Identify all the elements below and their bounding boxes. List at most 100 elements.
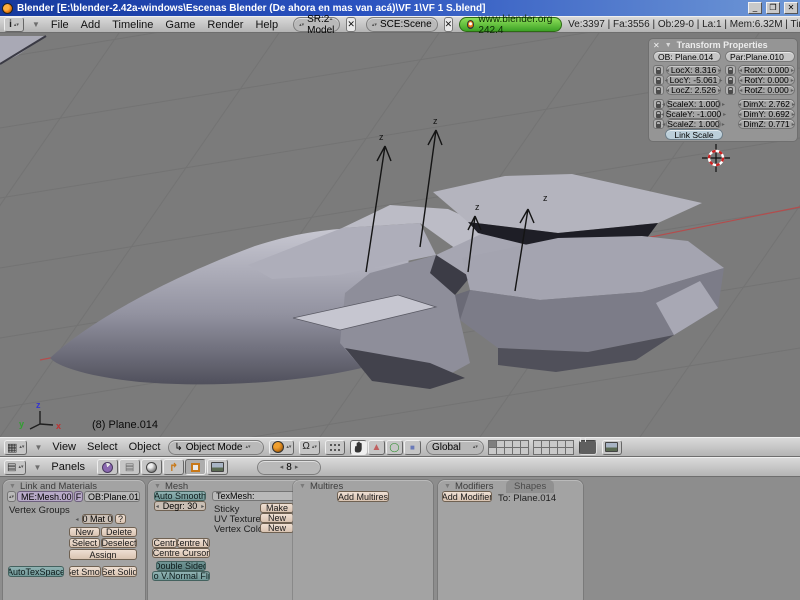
menu-file[interactable]: File [48, 19, 72, 31]
render-preview-button[interactable] [602, 440, 622, 455]
rotate-manipulator-button[interactable]: ◯ [386, 440, 403, 455]
lock-locz-button[interactable] [653, 85, 664, 95]
sticky-make-button[interactable]: Make [260, 503, 294, 513]
maximize-button[interactable]: ❐ [766, 2, 780, 14]
script-context-button[interactable]: ▤ [119, 459, 140, 475]
header-collapse-icon[interactable]: ▼ [31, 463, 43, 472]
object-name-field[interactable]: OB:Plane.014 [84, 491, 140, 502]
dimx-field[interactable]: ◂DimX: 2.762▸ [738, 99, 795, 109]
scene-context-button[interactable] [207, 459, 228, 475]
logic-context-button[interactable] [97, 459, 118, 475]
menu-timeline[interactable]: Timeline [109, 19, 156, 31]
parent-name-field[interactable]: Par:Plane.010 [725, 51, 795, 62]
set-solid-button[interactable]: Set Solid [102, 566, 137, 577]
add-modifier-button[interactable]: Add Modifier [442, 491, 492, 502]
menu-help[interactable]: Help [252, 19, 281, 31]
scalez-field[interactable]: ◂ScaleZ: 1.000▸ [666, 119, 721, 129]
locz-field[interactable]: ◂LocZ: 2.526▸ [666, 85, 721, 95]
ob-name-field[interactable]: OB: Plane.014 [653, 51, 721, 62]
mode-dropdown[interactable]: ↳Object Mode▴▾ [168, 440, 264, 455]
panels-menu[interactable]: Panels [48, 461, 88, 473]
scaley-field[interactable]: ◂ScaleY: -1.000▸ [666, 109, 721, 119]
degr-field[interactable]: ◂Degr: 30▸ [154, 501, 206, 511]
layer-cell[interactable] [520, 447, 529, 455]
vgroup-delete-button[interactable]: Delete [101, 527, 137, 537]
center-points-button[interactable] [325, 440, 345, 455]
roty-field[interactable]: ◂RotY: 0.000▸ [738, 75, 795, 85]
screen-close-button[interactable]: ✕ [346, 17, 356, 32]
layer-cell[interactable] [565, 447, 574, 455]
editor-type-button-buttons[interactable]: ▤▴▾ [4, 460, 26, 475]
scene-selector[interactable]: ▴▾SCE:Scene [366, 17, 438, 32]
dimz-field[interactable]: ◂DimZ: 0.771▸ [738, 119, 795, 129]
lock-rotx-button[interactable] [725, 65, 736, 75]
screen-selector[interactable]: ▴▾SR:2-Model [293, 17, 340, 32]
menu-select[interactable]: Select [84, 441, 121, 453]
mesh-name-field[interactable]: ME:Mesh.001 [17, 491, 73, 502]
pivot-dropdown[interactable]: Ω▴▾ [299, 440, 320, 455]
menu-view[interactable]: View [49, 441, 79, 453]
vgroup-deselect-button[interactable]: Deselect [101, 538, 137, 548]
rotz-field[interactable]: ◂RotZ: 0.000▸ [738, 85, 795, 95]
translate-manipulator-button[interactable]: ▲ [368, 440, 385, 455]
lock-locy-button[interactable] [653, 75, 664, 85]
header-collapse-icon[interactable]: ▼ [32, 443, 44, 452]
texmesh-field[interactable]: TexMesh: [212, 491, 296, 501]
close-button[interactable]: ✕ [784, 2, 798, 14]
frame-number-field[interactable]: ◂8▸ [257, 460, 321, 475]
material-index-field[interactable]: ◂0 Mat 0▸ [82, 514, 113, 524]
uv-texture-new-button[interactable]: New [260, 513, 294, 523]
scene-close-button[interactable]: ✕ [444, 17, 454, 32]
centre-cursor-button[interactable]: Centre Cursor [152, 548, 210, 558]
menu-render[interactable]: Render [204, 19, 246, 31]
vertex-color-new-button[interactable]: New [260, 523, 294, 533]
tab-shapes[interactable]: Shapes [506, 480, 554, 493]
orientation-dropdown[interactable]: Global▴▾ [426, 440, 484, 455]
transform-properties-panel[interactable]: ✕ ▼ Transform Properties OB: Plane.014 P… [648, 38, 798, 142]
header-collapse-icon[interactable]: ▼ [30, 20, 42, 29]
scale-manipulator-button[interactable]: ■ [404, 440, 421, 455]
editor-type-button-info[interactable]: i▴▾ [4, 17, 24, 32]
menu-add[interactable]: Add [78, 19, 104, 31]
auto-smooth-toggle[interactable]: Auto Smooth [154, 491, 206, 501]
menu-game[interactable]: Game [162, 19, 198, 31]
mesh-browse-button[interactable]: ▴▾ [7, 491, 16, 502]
minimize-button[interactable]: _ [748, 2, 762, 14]
viewport-3d[interactable]: z z z z z x y (8) [0, 33, 800, 437]
centre-button[interactable]: Centr [152, 538, 177, 548]
panel-header[interactable]: ▼Multires [299, 481, 343, 492]
vgroup-new-button[interactable]: New [69, 527, 100, 537]
locy-field[interactable]: ◂LocY: -5.061▸ [666, 75, 721, 85]
scene-lock-button[interactable] [579, 440, 597, 455]
blender-org-badge[interactable]: www.blender.org 242.4 [459, 17, 562, 32]
shading-context-button[interactable] [141, 459, 162, 475]
vgroup-assign-button[interactable]: Assign [69, 549, 137, 560]
locx-field[interactable]: ◂LocX: 8.316▸ [666, 65, 721, 75]
updown-arrows-icon: ▴▾ [312, 445, 317, 449]
editing-context-button[interactable] [185, 459, 206, 475]
panel-close-icon[interactable]: ✕ [653, 41, 660, 50]
material-question-button[interactable]: ? [115, 514, 126, 524]
autotexspace-toggle[interactable]: AutoTexSpace [8, 566, 64, 577]
object-context-button[interactable]: ↱ [163, 459, 184, 475]
fake-user-button[interactable]: F [74, 491, 83, 502]
no-vnormal-flip-toggle[interactable]: No V.Normal Flip [152, 571, 210, 581]
set-smooth-button[interactable]: Set Smoo [69, 566, 101, 577]
editor-type-button-3dview[interactable]: ▦▴▾ [4, 440, 27, 455]
link-scale-button[interactable]: Link Scale [665, 129, 723, 140]
object-icon: ↱ [169, 461, 178, 474]
scalex-field[interactable]: ◂ScaleX: 1.000▸ [666, 99, 721, 109]
lock-locx-button[interactable] [653, 65, 664, 75]
rotx-field[interactable]: ◂RotX: 0.000▸ [738, 65, 795, 75]
dimy-field[interactable]: ◂DimY: 0.692▸ [738, 109, 795, 119]
vgroup-select-button[interactable]: Select [69, 538, 100, 548]
manipulator-toggle-button[interactable] [350, 440, 367, 455]
double-sided-toggle[interactable]: Double Sided [156, 561, 206, 571]
add-multires-button[interactable]: Add Multires [337, 491, 389, 502]
panel-collapse-icon[interactable]: ▼ [665, 42, 672, 49]
centre-new-button[interactable]: Centre Ne [177, 538, 210, 548]
lock-rotz-button[interactable] [725, 85, 736, 95]
menu-object[interactable]: Object [126, 441, 164, 453]
draw-type-dropdown[interactable]: ▴▾ [269, 440, 294, 455]
lock-roty-button[interactable] [725, 75, 736, 85]
